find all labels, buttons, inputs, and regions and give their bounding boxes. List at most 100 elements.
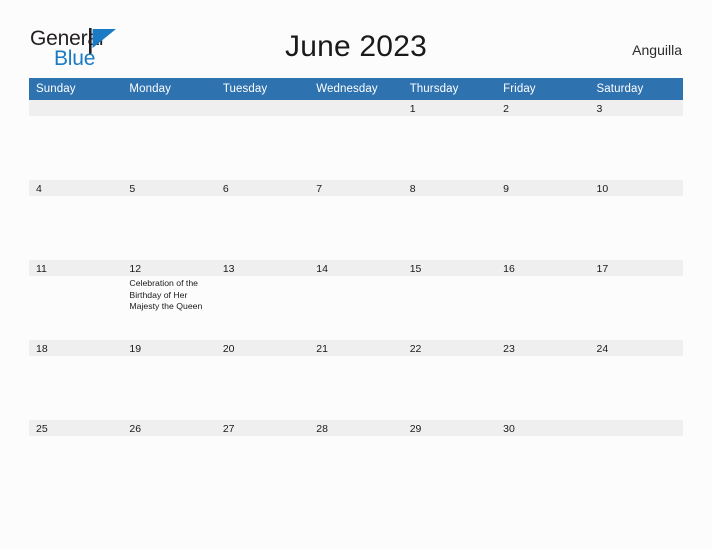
day-number: 4 [29,180,123,196]
calendar-body: 1 2 3 4 5 6 7 8 9 10 11 12 Celebration of the Birthd… [29,100,683,500]
day-number: 8 [402,180,497,196]
weekday-header-thursday: Thursday [402,78,497,100]
day-cell-content: 24 [589,340,683,420]
day-events: Celebration of the Birthday of Her Majes… [122,276,215,313]
calendar-day-cell[interactable]: 28 [309,420,403,500]
calendar-day-cell[interactable]: 26 [122,420,216,500]
calendar-day-cell[interactable]: 17 [589,260,683,340]
day-number: 6 [215,180,310,196]
day-number [215,100,310,116]
calendar-day-cell[interactable]: 4 [29,180,123,260]
page-title: June 2023 [285,30,427,63]
day-cell-content: 13 [215,260,310,340]
day-number [122,100,216,116]
event-item: Celebration of the Birthday of Her Majes… [129,278,203,311]
day-number: 30 [496,420,590,436]
calendar-day-cell[interactable]: 24 [589,340,683,420]
day-number: 25 [29,420,123,436]
calendar-week-row: 123 [29,100,683,180]
calendar-day-cell[interactable]: 11 [29,260,123,340]
calendar-day-cell[interactable] [29,100,123,180]
day-cell-content: 9 [496,180,590,260]
day-cell-content: 18 [29,340,123,420]
calendar-day-cell[interactable]: 6 [215,180,310,260]
calendar-day-cell[interactable]: 14 [309,260,403,340]
day-cell-content [122,100,216,180]
calendar-day-cell[interactable]: 5 [122,180,216,260]
calendar-day-cell[interactable]: 1 [402,100,497,180]
calendar-day-cell[interactable] [122,100,216,180]
calendar-day-cell[interactable]: 20 [215,340,310,420]
day-cell-content: 4 [29,180,123,260]
day-number: 28 [309,420,403,436]
day-number: 13 [215,260,310,276]
day-cell-content: 6 [215,180,310,260]
calendar-day-cell[interactable]: 19 [122,340,216,420]
day-cell-content [29,100,123,180]
calendar-day-cell[interactable]: 23 [496,340,590,420]
day-number: 14 [309,260,403,276]
day-cell-content: 5 [122,180,216,260]
calendar-day-cell[interactable]: 25 [29,420,123,500]
day-cell-content [309,100,403,180]
calendar-day-cell[interactable] [215,100,310,180]
day-cell-content: 16 [496,260,590,340]
day-number [29,100,123,116]
day-number: 21 [309,340,403,356]
day-number: 7 [309,180,403,196]
day-cell-content: 21 [309,340,403,420]
day-number: 10 [589,180,683,196]
calendar-day-cell[interactable]: 8 [402,180,497,260]
calendar-day-cell[interactable]: 7 [309,180,403,260]
day-cell-content: 26 [122,420,216,500]
calendar-day-cell[interactable]: 30 [496,420,590,500]
day-cell-content: 30 [496,420,590,500]
day-cell-content: 22 [402,340,497,420]
location-label: Anguilla [632,42,682,58]
calendar-day-cell[interactable]: 2 [496,100,590,180]
calendar-week-row: 4 5 6 7 8 9 10 [29,180,683,260]
calendar-day-cell[interactable]: 10 [589,180,683,260]
calendar-day-cell[interactable]: 9 [496,180,590,260]
calendar-week-row: 25 26 27 28 29 30 [29,420,683,500]
calendar-day-cell[interactable]: 21 [309,340,403,420]
page-header: General Blue June 2023 Anguilla [0,0,712,69]
day-number [589,420,683,436]
day-number: 11 [29,260,123,276]
day-number: 18 [29,340,123,356]
calendar-day-cell[interactable]: 3 [589,100,683,180]
month-calendar: Sunday Monday Tuesday Wednesday Thursday… [29,78,683,500]
day-number: 16 [496,260,590,276]
weekday-header-friday: Friday [496,78,590,100]
calendar-day-cell[interactable] [309,100,403,180]
day-number: 26 [122,420,216,436]
day-cell-content: 17 [589,260,683,340]
weekday-header-saturday: Saturday [589,78,683,100]
day-cell-content: 29 [402,420,497,500]
day-cell-content: 14 [309,260,403,340]
day-cell-content: 1 [402,100,497,180]
calendar-day-cell[interactable]: 15 [402,260,497,340]
day-number: 22 [402,340,497,356]
day-number: 17 [589,260,683,276]
day-number: 2 [496,100,590,116]
calendar-day-cell[interactable]: 27 [215,420,310,500]
calendar-day-cell[interactable] [589,420,683,500]
day-cell-content: 2 [496,100,590,180]
calendar-day-cell[interactable]: 22 [402,340,497,420]
day-cell-content: 3 [589,100,683,180]
calendar-day-cell[interactable]: 12 Celebration of the Birthday of Her Maj… [122,260,216,340]
day-number: 12 [122,260,216,276]
calendar-day-cell[interactable]: 13 [215,260,310,340]
day-number: 24 [589,340,683,356]
calendar-day-cell[interactable]: 18 [29,340,123,420]
calendar-day-cell[interactable]: 29 [402,420,497,500]
day-cell-content: 20 [215,340,310,420]
day-number: 5 [122,180,216,196]
day-cell-content: 23 [496,340,590,420]
day-cell-content: 7 [309,180,403,260]
day-number [309,100,403,116]
day-cell-content: 28 [309,420,403,500]
calendar-week-row: 11 12 Celebration of the Birthday of Her M… [29,260,683,340]
calendar-day-cell[interactable]: 16 [496,260,590,340]
